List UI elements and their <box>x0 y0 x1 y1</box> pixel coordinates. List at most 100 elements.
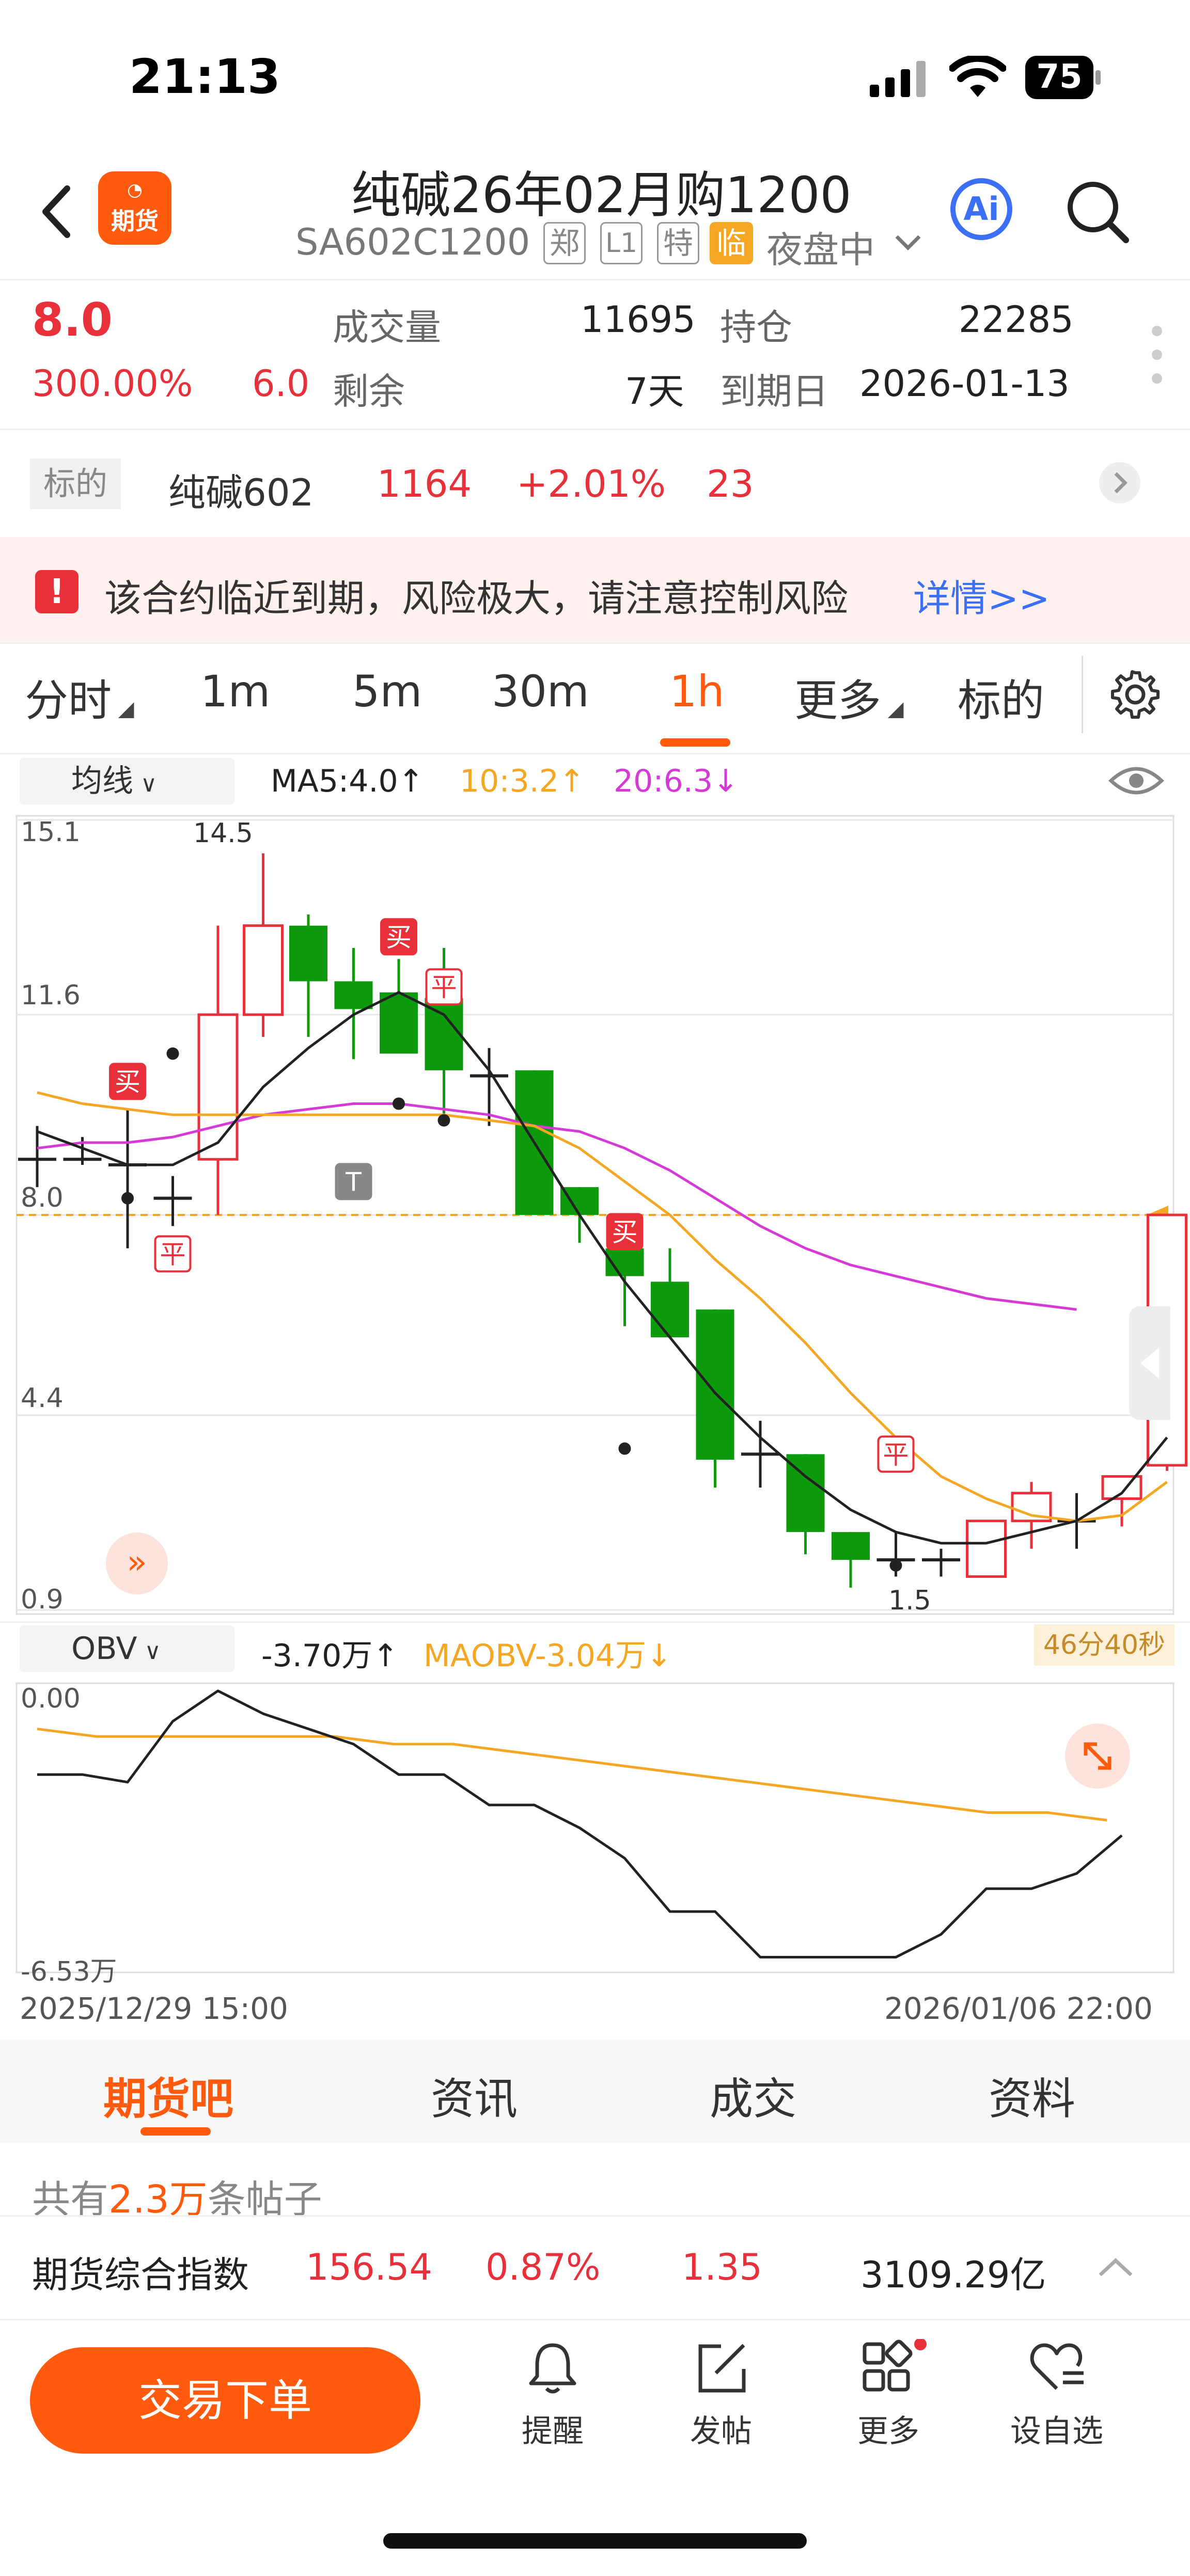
candle-body <box>1101 1475 1142 1500</box>
remain-value: 7天 <box>625 370 684 413</box>
change-value: 6.0 <box>252 362 310 405</box>
trade-marker: 平 <box>425 968 463 1006</box>
underlying-change: 23 <box>707 462 754 505</box>
candle-body <box>380 992 418 1054</box>
special-badge: 特 <box>657 222 699 264</box>
status-time: 21:13 <box>129 49 280 104</box>
tab-1h[interactable]: 1h <box>669 666 725 717</box>
candle-body <box>243 924 284 1016</box>
ai-button[interactable]: Ai <box>950 178 1012 240</box>
collapse-panel-icon[interactable] <box>1129 1306 1170 1420</box>
trade-dot <box>166 1047 179 1060</box>
heart-list-icon[interactable] <box>1026 2339 1088 2398</box>
footer-post[interactable]: 发帖 <box>669 2406 773 2451</box>
warning-details-link[interactable]: 详情>> <box>913 568 1050 622</box>
y-tick: 8.0 <box>21 1182 64 1213</box>
tab-info[interactable]: 资料 <box>989 2064 1075 2127</box>
tab-trades[interactable]: 成交 <box>710 2064 796 2127</box>
y-tick: 15.1 <box>21 817 81 848</box>
tab-underlying[interactable]: 标的 <box>958 666 1044 729</box>
chevron-up-icon[interactable] <box>1095 2247 1136 2288</box>
chevron-right-icon[interactable] <box>1099 462 1140 503</box>
exchange-badge: 郑 <box>543 222 586 264</box>
index-pct: 0.87% <box>486 2246 601 2288</box>
change-pct: 300.00% <box>32 362 193 405</box>
ma5-value: MA5:4.0↑ <box>271 763 424 799</box>
grid-more-icon[interactable] <box>857 2338 927 2398</box>
ma20-line <box>37 1102 1077 1311</box>
footer-more[interactable]: 更多 <box>837 2406 940 2451</box>
y-tick: 11.6 <box>21 980 81 1011</box>
tab-30m[interactable]: 30m <box>492 666 589 717</box>
footer-remind[interactable]: 提醒 <box>501 2406 604 2451</box>
wifi-icon <box>949 54 1007 99</box>
time-start: 2025/12/29 15:00 <box>20 1991 288 2026</box>
footer-watchlist[interactable]: 设自选 <box>1005 2406 1108 2451</box>
bell-icon[interactable] <box>522 2339 584 2398</box>
candle-body <box>197 1013 239 1161</box>
index-change: 1.35 <box>682 2246 762 2288</box>
expiry-date: 2026-01-13 <box>859 362 1070 405</box>
trade-marker: 买 <box>380 918 417 956</box>
tab-more[interactable]: 更多 ◢ <box>794 666 904 729</box>
eye-icon[interactable] <box>1108 760 1165 801</box>
tab-1m[interactable]: 1m <box>200 666 270 717</box>
underlying-name: 纯碱602 <box>168 471 314 514</box>
trade-marker-label: 平 <box>160 1239 186 1269</box>
home-indicator <box>383 2533 807 2549</box>
trade-marker-label: 买 <box>115 1067 140 1097</box>
gear-icon[interactable] <box>1109 669 1161 720</box>
expiring-badge: 临 <box>710 222 753 264</box>
low-label: 1.5 <box>888 1585 931 1616</box>
index-value: 156.54 <box>306 2246 432 2288</box>
remain-label: 剩余 <box>333 370 405 413</box>
high-label: 14.5 <box>193 818 253 849</box>
divider <box>1082 656 1083 733</box>
warning-icon: ! <box>35 570 79 613</box>
edit-icon[interactable] <box>690 2339 752 2398</box>
candle-body <box>651 1282 689 1338</box>
expand-icon[interactable] <box>1065 1724 1130 1789</box>
underlying-label: 标的 <box>30 459 121 509</box>
open-interest-label: 持仓 <box>720 306 792 349</box>
ma-selector[interactable]: 均线 ∨ <box>20 758 234 804</box>
more-dots-icon[interactable] <box>1147 323 1167 390</box>
divider <box>0 279 1190 280</box>
obv-selector[interactable]: OBV ∨ <box>20 1625 234 1672</box>
divider <box>0 753 1190 754</box>
back-icon[interactable] <box>36 183 77 240</box>
search-icon[interactable] <box>1064 178 1131 245</box>
candle-body <box>334 981 373 1009</box>
trade-dot <box>437 1114 450 1127</box>
battery-icon: 75 <box>1025 56 1103 99</box>
expiry-label: 到期日 <box>720 370 828 413</box>
trade-dot <box>121 1192 134 1205</box>
tab-intraday[interactable]: 分时 ◢ <box>25 666 134 729</box>
tab-forum[interactable]: 期货吧 <box>103 2064 233 2127</box>
candle-body <box>832 1532 870 1560</box>
obv-frame <box>15 1682 1175 1973</box>
ma20-value: 20:6.3↓ <box>614 763 739 799</box>
candlestick-chart[interactable]: 买平买平T买平 <box>0 805 1190 1621</box>
divider <box>0 642 1190 644</box>
chevron-down-icon[interactable] <box>892 227 923 258</box>
tab-news[interactable]: 资讯 <box>431 2064 518 2127</box>
fast-forward-icon[interactable]: » <box>106 1532 168 1594</box>
tab-5m[interactable]: 5m <box>352 666 422 717</box>
ma10-value: 10:3.2↑ <box>460 763 585 799</box>
trade-order-button[interactable]: 交易下单 <box>30 2347 420 2454</box>
trade-dot <box>889 1559 902 1572</box>
contract-title: 纯碱26年02月购1200 <box>351 166 852 224</box>
last-price: 8.0 <box>32 293 113 346</box>
tab-active-indicator <box>660 738 730 747</box>
candle-body <box>289 925 327 982</box>
time-end: 2026/01/06 22:00 <box>884 1991 1153 2026</box>
index-name: 期货综合指数 <box>32 2254 249 2296</box>
trade-marker: 平 <box>154 1235 192 1273</box>
trade-marker: T <box>335 1163 372 1200</box>
trade-marker: 买 <box>606 1213 644 1251</box>
y-tick: 4.4 <box>21 1383 64 1414</box>
underlying-pct: +2.01% <box>516 462 666 505</box>
signal-icon <box>868 58 930 99</box>
candle-body <box>966 1520 1007 1578</box>
